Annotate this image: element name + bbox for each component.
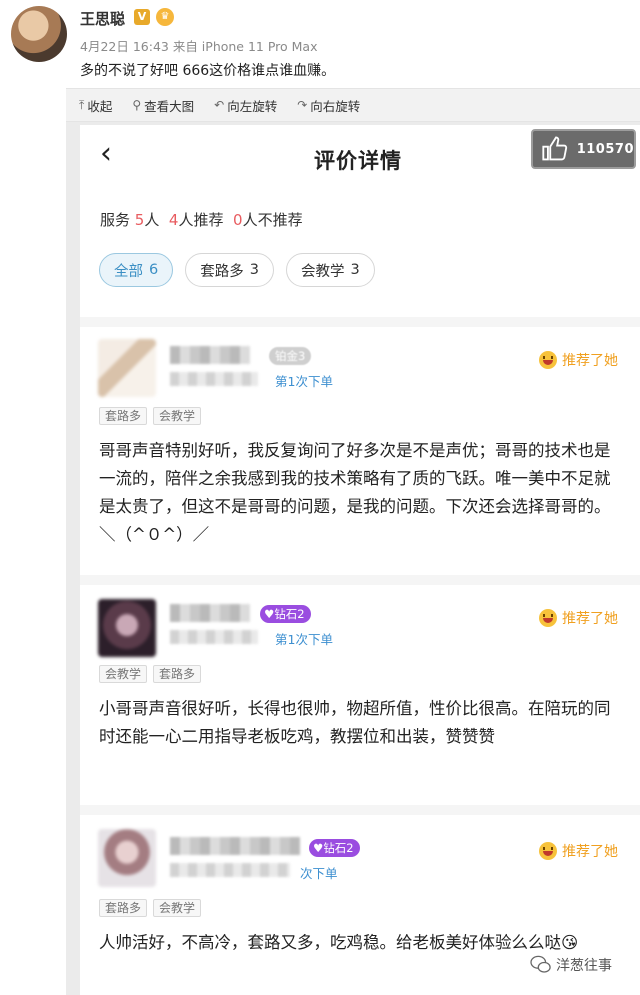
- filter-label: 全部: [114, 263, 143, 280]
- recommend-label: 推荐了她: [562, 353, 618, 369]
- tag: 会教学: [153, 407, 202, 425]
- reviewer-name-blurred: [170, 837, 300, 855]
- rotate-left-label: 向左旋转: [227, 98, 278, 114]
- post-text: 多的不说了好吧 666这价格谁点谁血赚。: [80, 63, 336, 79]
- reviewer-info-blurred: [170, 863, 290, 877]
- service-count: 5: [134, 211, 145, 229]
- tag: 会教学: [99, 665, 148, 683]
- reviewer-avatar[interactable]: [98, 339, 156, 397]
- filter-count: 6: [149, 262, 159, 278]
- level-label: 钻石2: [274, 607, 305, 621]
- collapse-button[interactable]: ⤒ 收起: [79, 96, 112, 115]
- collapse-arrow-icon: ⤒: [79, 97, 85, 112]
- crown-icon: ♛: [156, 8, 174, 26]
- avatar[interactable]: [11, 6, 67, 62]
- review-tags: 套路多 会教学: [99, 899, 202, 917]
- filter-label: 会教学: [300, 263, 345, 280]
- divider: [80, 317, 640, 327]
- reviewer-avatar[interactable]: [98, 599, 156, 657]
- review-tags: 会教学 套路多: [99, 665, 202, 683]
- screenshot-root: { "post": { "username": "王思聪", "verified…: [0, 0, 640, 995]
- view-large-button[interactable]: ⚲ 查看大图: [132, 96, 194, 115]
- recommend-label: 人推荐: [178, 211, 224, 229]
- tag: 套路多: [99, 407, 148, 425]
- filter-all[interactable]: 全部 6: [99, 253, 174, 287]
- watermark: 洋葱往事: [530, 955, 612, 975]
- level-badge: ♥钻石2: [260, 605, 311, 623]
- order-count: 次下单: [300, 866, 338, 881]
- kiss-emoji-icon: 😘: [561, 933, 579, 952]
- tag: 套路多: [99, 899, 148, 917]
- image-toolbar: ⤒ 收起 ⚲ 查看大图 ↶ 向左旋转 ↷ 向右旋转: [66, 88, 640, 122]
- like-count: 110570: [576, 141, 634, 157]
- level-label: 钻石2: [323, 841, 354, 855]
- reviewer-name-blurred: [170, 346, 250, 364]
- smile-icon: [539, 842, 557, 860]
- diamond-icon: ♥: [313, 841, 324, 855]
- rotate-left-icon: ↶: [214, 98, 225, 112]
- reviewer-avatar[interactable]: [98, 829, 156, 887]
- view-large-label: 查看大图: [144, 98, 195, 114]
- recommend-label: 推荐了她: [562, 611, 618, 627]
- recommend-status: 推荐了她: [539, 350, 618, 370]
- rotate-left-button[interactable]: ↶ 向左旋转: [214, 96, 277, 115]
- review-text: 小哥哥声音很好听，长得也很帅，物超所值，性价比很高。在陪玩的同时还能一心二用指导…: [99, 699, 611, 746]
- summary-prefix: 服务: [100, 211, 131, 229]
- order-count: 第1次下单: [275, 374, 333, 389]
- rotate-right-button[interactable]: ↷ 向右旋转: [297, 96, 360, 115]
- divider: [80, 575, 640, 585]
- filter-chips: 全部 6 套路多 3 会教学 3: [99, 253, 375, 287]
- review-item: 铂金3 第1次下单 推荐了她 套路多 会教学 哥哥声音特别好听，我反复询问了好多…: [80, 327, 640, 575]
- username[interactable]: 王思聪: [80, 8, 125, 29]
- level-badge: 铂金3: [269, 347, 312, 365]
- recommend-status: 推荐了她: [539, 841, 618, 861]
- watermark-text: 洋葱往事: [556, 958, 612, 974]
- filter-label: 套路多: [200, 263, 244, 280]
- post-meta: 4月22日 16:43 来自 iPhone 11 Pro Max: [80, 39, 318, 54]
- filter-teaching[interactable]: 会教学 3: [285, 253, 375, 287]
- smile-icon: [539, 609, 557, 627]
- wechat-icon: [530, 955, 551, 973]
- filter-routine[interactable]: 套路多 3: [185, 253, 274, 287]
- divider: [80, 805, 640, 815]
- rotate-right-icon: ↷: [297, 98, 308, 112]
- order-count: 第1次下单: [275, 632, 333, 647]
- review-tags: 套路多 会教学: [99, 407, 202, 425]
- tag: 会教学: [153, 899, 202, 917]
- magnifier-icon: ⚲: [132, 98, 142, 112]
- verified-badge: V: [134, 9, 150, 25]
- review-text: 哥哥声音特别好听，我反复询问了好多次是不是声优；哥哥的技术也是一流的，陪伴之余我…: [99, 441, 611, 544]
- review-screen: ‹ 评价详情 110570 服务 5人 4人推荐 0人不推荐 全部 6 套路多 3 …: [80, 125, 640, 995]
- rotate-right-label: 向右旋转: [310, 98, 361, 114]
- reviewer-name-blurred: [170, 604, 250, 622]
- review-item: ♥钻石2 第1次下单 推荐了她 会教学 套路多 小哥哥声音很好听，长得也很帅，物…: [80, 585, 640, 805]
- service-summary: 服务 5人 4人推荐 0人不推荐: [100, 209, 303, 230]
- people-unit: 人: [144, 211, 160, 229]
- level-badge: ♥钻石2: [309, 839, 360, 857]
- like-button[interactable]: 110570: [531, 129, 636, 169]
- recommend-label: 推荐了她: [562, 844, 618, 860]
- not-recommend-count: 0: [233, 211, 243, 229]
- reviewer-info-blurred: [170, 630, 258, 644]
- filter-count: 3: [249, 262, 259, 278]
- diamond-icon: ♥: [264, 607, 275, 621]
- post-header: 王思聪 V ♛ 4月22日 16:43 来自 iPhone 11 Pro Max…: [0, 0, 640, 88]
- collapse-label: 收起: [87, 98, 113, 114]
- tag: 套路多: [153, 665, 202, 683]
- recommend-status: 推荐了她: [539, 608, 618, 628]
- thumbs-up-icon: [542, 136, 568, 161]
- review-text-block: 人帅活好，不高冷，套路又多，吃鸡稳。给老板美好体验么么哒😘: [99, 929, 609, 957]
- not-recommend-label: 人不推荐: [242, 211, 303, 229]
- filter-count: 3: [350, 262, 360, 278]
- review-text: 人帅活好，不高冷，套路又多，吃鸡稳。给老板美好体验么么哒: [99, 933, 561, 952]
- reviewer-info-blurred: [170, 372, 258, 386]
- smile-icon: [539, 351, 557, 369]
